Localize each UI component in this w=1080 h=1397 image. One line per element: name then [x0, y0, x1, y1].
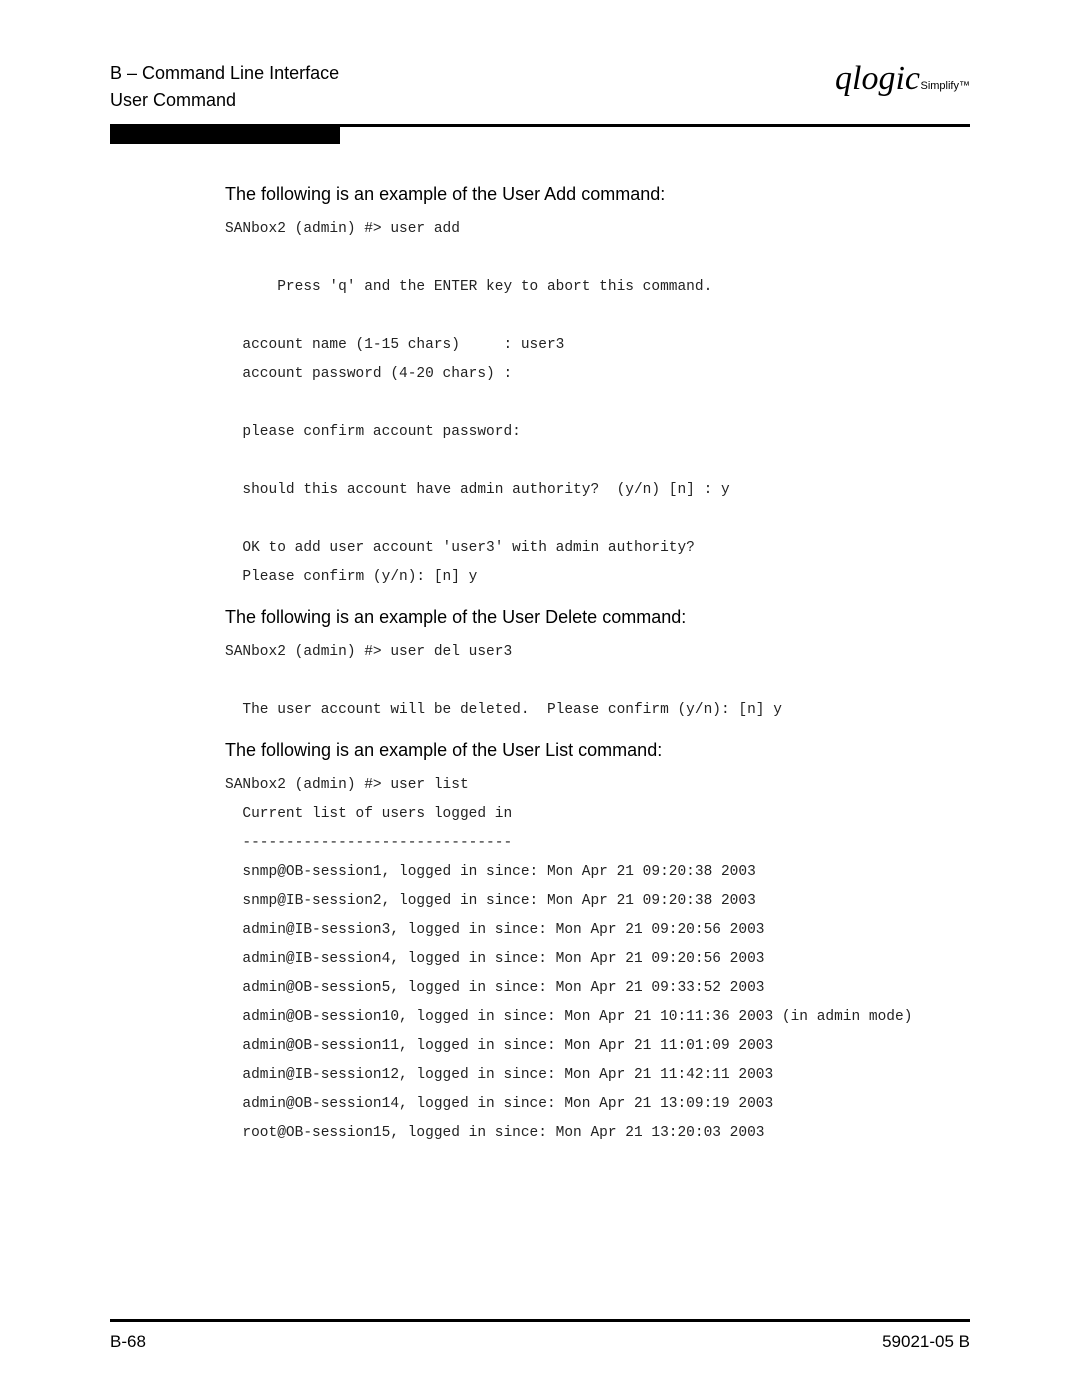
header-subsection: User Command — [110, 87, 339, 114]
intro-user-list: The following is an example of the User … — [225, 740, 970, 761]
header-section: B – Command Line Interface — [110, 60, 339, 87]
page-header: B – Command Line Interface User Command … — [110, 60, 970, 114]
code-user-add: SANbox2 (admin) #> user add Press 'q' an… — [225, 215, 970, 592]
page-footer: B-68 59021-05 B — [110, 1332, 970, 1352]
code-user-delete: SANbox2 (admin) #> user del user3 The us… — [225, 638, 970, 725]
logo-subtext: Simplify™ — [920, 80, 970, 92]
document-number: 59021-05 B — [882, 1332, 970, 1352]
code-user-list: SANbox2 (admin) #> user list Current lis… — [225, 771, 970, 1148]
intro-user-delete: The following is an example of the User … — [225, 607, 970, 628]
content-area: The following is an example of the User … — [110, 144, 970, 1148]
logo-text: qlogic — [835, 60, 920, 97]
footer-rule — [110, 1319, 970, 1322]
header-blackbar — [110, 126, 340, 144]
intro-user-add: The following is an example of the User … — [225, 184, 970, 205]
qlogic-logo: qlogic Simplify™ — [835, 60, 970, 98]
page-number: B-68 — [110, 1332, 146, 1352]
